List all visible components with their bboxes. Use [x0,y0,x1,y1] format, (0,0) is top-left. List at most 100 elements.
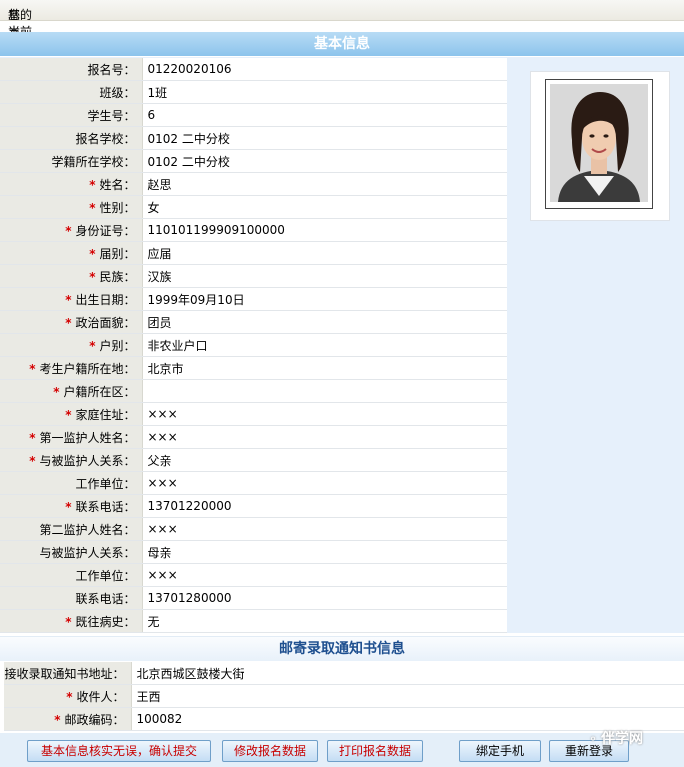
mail-field-row: * 收件人： 王西 [4,684,684,708]
mail-info-header: 邮寄录取通知书信息 [0,636,684,661]
breadcrumb: 您的当前位置：基本信息预览 [0,0,684,107]
basic-info-table: 报名号： 01220020106 班级： 1班 学生号： 6 报名学校： 0102 二中分校学… [0,58,507,633]
basic-field-label-cell: * 第一监护人姓名： [0,425,143,449]
mail-field-label: 收件人： [76,689,125,704]
basic-field-label-cell: 学籍所在学校： [0,149,143,173]
basic-field-row: * 身份证号： 110101199909100000 [0,218,507,242]
basic-field-label: 出生日期： [75,292,136,307]
required-mark: * [65,315,72,330]
required-mark: * [89,269,96,284]
basic-field-label: 性别： [99,200,136,215]
basic-field-label: 届别： [99,246,136,261]
mail-field-row: * 邮政编码： 100082 [4,707,684,731]
basic-field-label-cell: * 性别： [0,195,143,219]
basic-field-label-cell: * 与被监护人关系： [0,448,143,472]
basic-field-value: 团员 [142,310,507,334]
basic-field-row: 与被监护人关系： 母亲 [0,540,507,564]
required-mark: * [29,453,36,468]
mail-field-row: 接收录取通知书地址： 北京西城区鼓楼大街 [4,662,684,685]
required-mark: * [89,246,96,261]
required-mark: * [89,177,96,192]
mail-field-label: 接收录取通知书地址： [4,666,125,681]
confirm-submit-button[interactable]: 基本信息核实无误，确认提交 [27,740,211,762]
watermark: ⚬ 伴学网 [588,728,643,748]
basic-field-row: * 政治面貌： 团员 [0,310,507,334]
required-mark: * [65,292,72,307]
basic-field-row: * 届别： 应届 [0,241,507,265]
mail-info-table: 接收录取通知书地址： 北京西城区鼓楼大街 * 收件人： 王西 * 邮政编码： 100082 [4,662,684,731]
basic-field-value: 0102 二中分校 [142,126,507,150]
basic-field-label: 第二监护人姓名： [39,522,136,537]
basic-field-value: 汉族 [142,264,507,288]
basic-field-label: 报名学校： [75,131,136,146]
basic-field-label: 与被监护人关系： [39,545,136,560]
basic-field-value: 13701220000 [142,494,507,518]
basic-field-label-cell: 联系电话： [0,586,143,610]
basic-field-label-cell: 与被监护人关系： [0,540,143,564]
basic-field-value: ××× [142,402,507,426]
basic-field-row: 班级： 1班 [0,80,507,104]
basic-field-value: ××× [142,517,507,541]
basic-field-label: 联系电话： [75,591,136,606]
basic-field-label-cell: * 身份证号： [0,218,143,242]
basic-field-label-cell: 报名学校： [0,126,143,150]
basic-field-label-cell: * 届别： [0,241,143,265]
basic-field-row: 学籍所在学校： 0102 二中分校 [0,149,507,173]
basic-field-label-cell: * 姓名： [0,172,143,196]
modify-data-button[interactable]: 修改报名数据 [222,740,318,762]
basic-field-label: 第一监护人姓名： [39,430,136,445]
basic-field-value: 父亲 [142,448,507,472]
basic-field-value: 北京市 [142,356,507,380]
basic-field-label: 既往病史： [75,614,136,629]
basic-field-label-cell: * 考生户籍所在地： [0,356,143,380]
required-mark: * [29,361,36,376]
basic-field-label: 学生号： [87,108,136,123]
student-photo [550,84,648,202]
mail-field-label: 邮政编码： [64,712,125,727]
basic-field-label-cell: 学生号： [0,103,143,127]
basic-field-value: 母亲 [142,540,507,564]
basic-field-value: ××× [142,471,507,495]
basic-field-label-cell: 工作单位： [0,563,143,587]
basic-field-value: 13701280000 [142,586,507,610]
basic-field-label: 工作单位： [75,476,136,491]
mail-field-label-cell: 接收录取通知书地址： [4,662,132,685]
basic-field-label: 联系电话： [75,499,136,514]
basic-field-label-cell: * 户别： [0,333,143,357]
basic-field-row: * 考生户籍所在地： 北京市 [0,356,507,380]
print-data-button[interactable]: 打印报名数据 [327,740,423,762]
required-mark: * [53,384,60,399]
basic-field-label: 民族： [99,269,136,284]
basic-field-value: 女 [142,195,507,219]
mail-field-value: 北京西城区鼓楼大街 [131,662,684,685]
basic-field-row: * 姓名： 赵思 [0,172,507,196]
basic-field-row: 联系电话： 13701280000 [0,586,507,610]
basic-field-row: * 既往病史：无 [0,609,507,633]
basic-field-row: * 户别： 非农业户口 [0,333,507,357]
basic-field-label: 考生户籍所在地： [39,361,136,376]
photo-frame [530,71,670,221]
basic-field-value: 赵思 [142,172,507,196]
basic-field-label-cell: * 民族： [0,264,143,288]
basic-field-value: 1999年09月10日 [142,287,507,311]
basic-field-label-cell: 工作单位： [0,471,143,495]
required-mark: * [65,407,72,422]
basic-field-label-cell: * 既往病史： [0,609,143,633]
basic-field-row: 学生号： 6 [0,103,507,127]
basic-field-row: * 户籍所在区： [0,379,507,403]
basic-field-value: 01220020106 [142,58,507,81]
mail-field-value: 王西 [131,684,684,708]
required-mark: * [89,200,96,215]
basic-field-label-cell: 第二监护人姓名： [0,517,143,541]
basic-field-value: ××× [142,425,507,449]
required-mark: * [89,338,96,353]
basic-field-row: * 家庭住址： ××× [0,402,507,426]
basic-info-header: 基本信息 [0,32,684,56]
basic-field-value: ××× [142,563,507,587]
basic-field-value: 0102 二中分校 [142,149,507,173]
basic-field-label: 政治面貌： [75,315,136,330]
bind-phone-button[interactable]: 绑定手机 [459,740,541,762]
required-mark: * [66,689,73,704]
basic-field-label: 学籍所在学校： [51,154,136,169]
basic-field-row: * 性别：女 [0,195,507,219]
